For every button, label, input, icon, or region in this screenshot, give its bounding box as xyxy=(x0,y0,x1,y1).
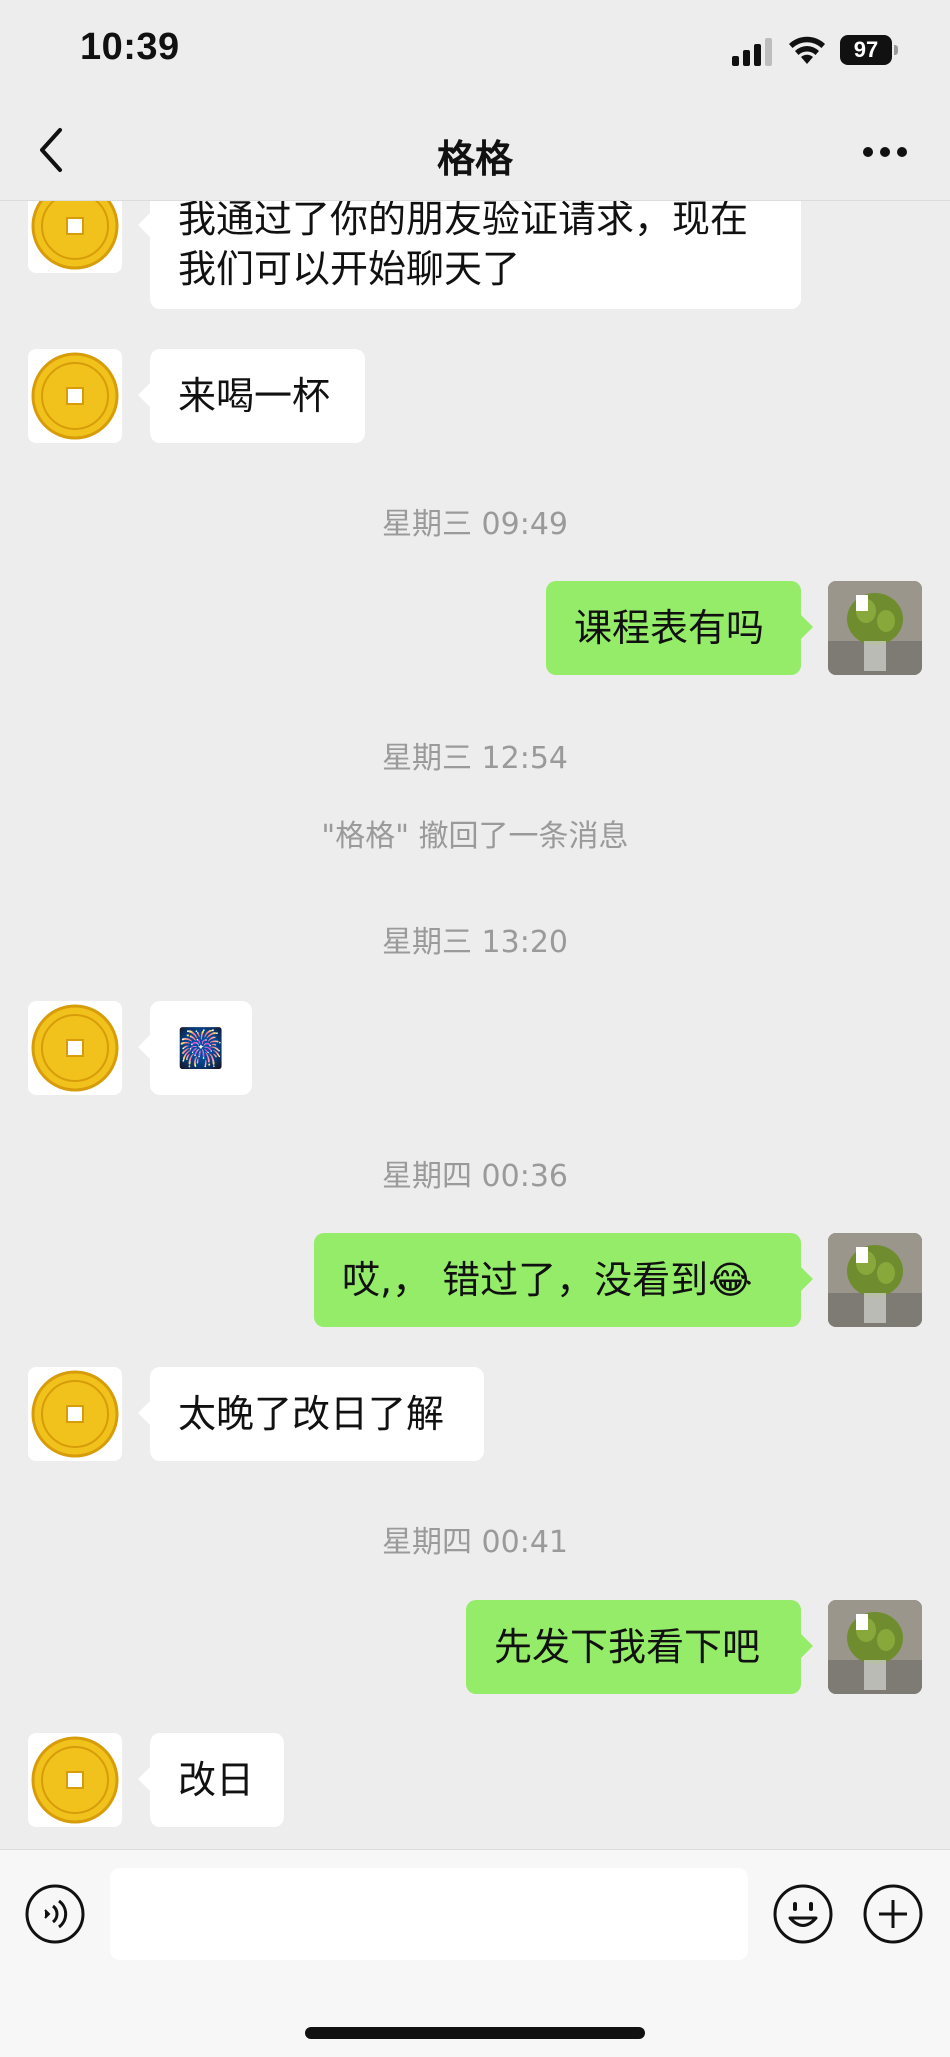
home-indicator[interactable] xyxy=(305,2027,645,2039)
chat-header: 格格 xyxy=(0,100,950,201)
banana-plant-avatar-icon xyxy=(828,1233,922,1327)
emoji-icon[interactable] xyxy=(772,1883,834,1945)
plus-icon[interactable] xyxy=(862,1883,924,1945)
banana-plant-avatar-icon xyxy=(828,1600,922,1694)
message-text: 太晚了改日了解 xyxy=(178,1392,445,1436)
banana-plant-avatar-icon xyxy=(828,581,922,675)
incoming-message[interactable]: 改日 xyxy=(138,1733,284,1827)
outgoing-message[interactable]: 先发下我看下吧 xyxy=(466,1600,813,1694)
chat-title: 格格 xyxy=(436,137,513,181)
incoming-message[interactable]: 🎆 xyxy=(138,1001,252,1095)
my-avatar[interactable] xyxy=(828,581,922,675)
battery-indicator: 97 xyxy=(840,35,900,65)
status-bar: 10:39 97 xyxy=(0,0,950,100)
my-avatar[interactable] xyxy=(828,1600,922,1694)
battery-level: 97 xyxy=(840,35,892,65)
timestamp: 星期四 00:36 xyxy=(382,1159,568,1194)
clock: 10:39 xyxy=(80,26,180,68)
gold-coin-avatar-icon xyxy=(31,201,119,270)
message-list[interactable]: 我通过了你的朋友验证请求，现在我们可以开始聊天了 来喝一杯 星期三 09:49 … xyxy=(0,201,950,1849)
incoming-message[interactable]: 来喝一杯 xyxy=(138,349,365,443)
contact-avatar[interactable] xyxy=(28,1001,122,1095)
battery-cap xyxy=(894,45,898,55)
voice-icon[interactable] xyxy=(24,1883,86,1945)
message-text: 来喝一杯 xyxy=(178,374,331,418)
message-input[interactable] xyxy=(110,1868,748,1960)
contact-avatar[interactable] xyxy=(28,349,122,443)
message-text: 改日 xyxy=(178,1758,255,1802)
gold-coin-avatar-icon xyxy=(31,1370,119,1458)
gold-coin-avatar-icon xyxy=(31,1004,119,1092)
message-text: 哎,， 错过了，没看到😂 xyxy=(342,1258,753,1302)
message-text: 课程表有吗 xyxy=(574,606,765,650)
gold-coin-avatar-icon xyxy=(31,1736,119,1824)
outgoing-message[interactable]: 课程表有吗 xyxy=(546,581,813,675)
cellular-signal-icon xyxy=(732,38,772,66)
my-avatar[interactable] xyxy=(828,1233,922,1327)
message-text: 先发下我看下吧 xyxy=(494,1625,761,1669)
contact-avatar[interactable] xyxy=(28,1367,122,1461)
wifi-icon xyxy=(789,36,825,64)
composer-bar xyxy=(0,1849,950,2057)
recall-notice: "格格" 撤回了一条消息 xyxy=(321,819,629,854)
gold-coin-avatar-icon xyxy=(31,352,119,440)
message-text: 我通过了你的朋友验证请求，现在我们可以开始聊天了 xyxy=(178,201,749,291)
timestamp: 星期四 00:41 xyxy=(382,1525,568,1560)
outgoing-message[interactable]: 哎,， 错过了，没看到😂 xyxy=(314,1233,813,1327)
timestamp: 星期三 13:20 xyxy=(382,925,568,960)
incoming-message[interactable]: 我通过了你的朋友验证请求，现在我们可以开始聊天了 xyxy=(138,201,801,309)
message-text: 🎆 xyxy=(177,1026,225,1070)
incoming-message[interactable]: 太晚了改日了解 xyxy=(138,1367,484,1461)
more-dots-icon[interactable] xyxy=(862,146,908,158)
contact-avatar[interactable] xyxy=(28,201,122,273)
contact-avatar[interactable] xyxy=(28,1733,122,1827)
timestamp: 星期三 09:49 xyxy=(382,507,568,542)
timestamp: 星期三 12:54 xyxy=(382,741,568,776)
